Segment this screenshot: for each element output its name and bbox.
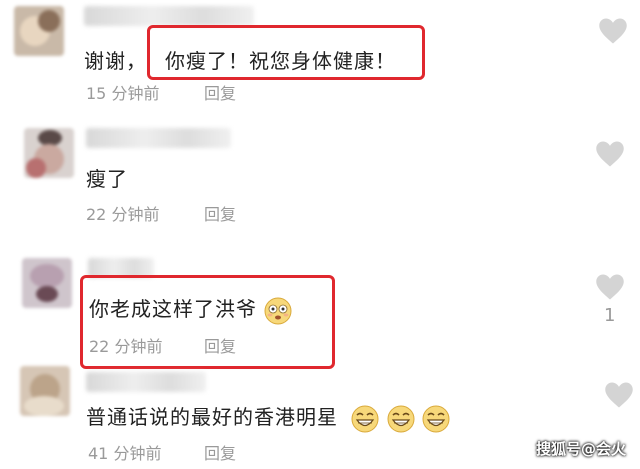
timestamp: 22 分钟前 xyxy=(86,205,160,224)
reply-button[interactable]: 回复 xyxy=(204,201,236,225)
reply-button[interactable]: 回复 xyxy=(204,80,236,104)
username-blurred[interactable] xyxy=(84,6,254,26)
heart-icon[interactable] xyxy=(598,17,628,45)
heart-icon[interactable] xyxy=(604,381,634,409)
comment-text-part: 你老成这样了洪爷 xyxy=(89,297,257,321)
avatar[interactable] xyxy=(14,6,64,56)
heart-icon[interactable] xyxy=(595,273,625,301)
watermark: 搜狐号@会火 xyxy=(535,440,626,458)
grinning-face-emoji xyxy=(387,405,415,432)
reply-button[interactable]: 回复 xyxy=(204,440,236,464)
grinning-face-emoji xyxy=(422,405,450,432)
heart-icon[interactable] xyxy=(595,140,625,168)
avatar[interactable] xyxy=(22,258,72,308)
timestamp: 41 分钟前 xyxy=(88,444,162,463)
username-blurred[interactable] xyxy=(86,128,231,148)
comment-text-part: 普通话说的最好的香港明星 xyxy=(86,405,338,429)
grinning-face-emoji xyxy=(351,405,379,432)
avatar[interactable] xyxy=(20,366,70,416)
timestamp: 22 分钟前 xyxy=(89,337,163,356)
comment-text: 瘦了 xyxy=(86,167,128,191)
reply-button[interactable]: 回复 xyxy=(204,333,236,357)
comment-text: 普通话说的最好的香港明星 xyxy=(86,401,450,433)
comment-text: 你老成这样了洪爷 xyxy=(89,293,292,325)
avatar[interactable] xyxy=(24,128,74,178)
flushed-face-emoji xyxy=(264,297,292,324)
username-blurred[interactable] xyxy=(86,372,206,392)
highlight-box xyxy=(147,25,425,80)
like-count: 1 xyxy=(604,305,616,326)
timestamp: 15 分钟前 xyxy=(86,84,160,103)
comment-text-part: 谢谢， xyxy=(84,49,147,73)
